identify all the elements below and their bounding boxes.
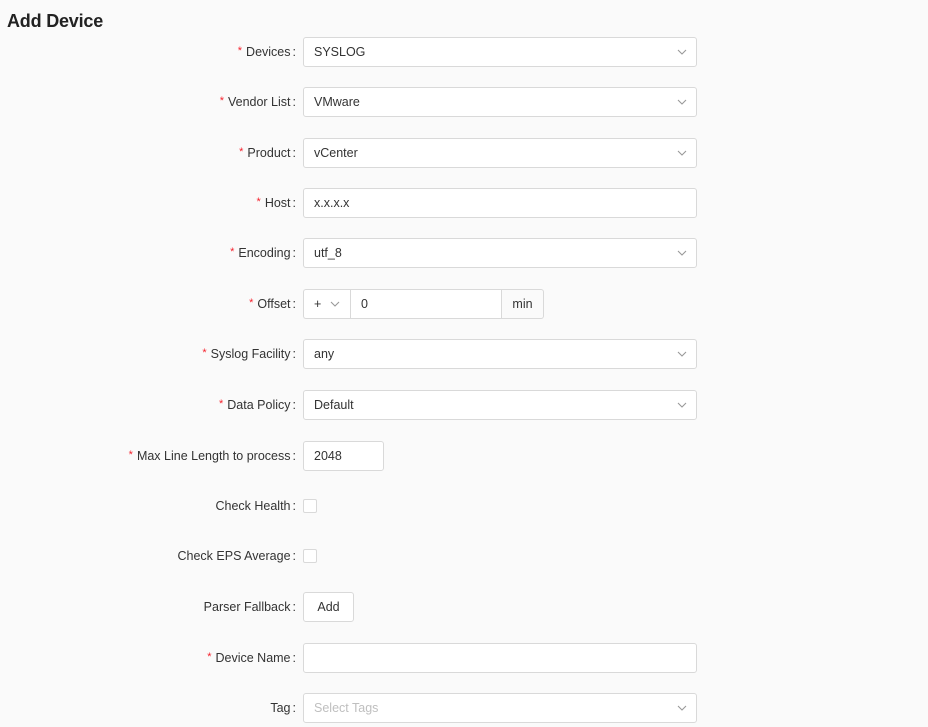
required-marker: * — [219, 95, 224, 107]
offset-sign-value: + — [314, 297, 322, 311]
vendor-list-select-value: VMware — [314, 95, 360, 109]
product-row: * Product: vCenter — [0, 138, 928, 168]
devices-label: * Devices: — [237, 45, 296, 59]
required-marker: * — [128, 449, 133, 461]
check-health-checkbox[interactable] — [303, 499, 317, 513]
required-marker: * — [230, 246, 235, 258]
host-input[interactable] — [314, 189, 686, 217]
check-eps-average-label: Check EPS Average: — [177, 549, 296, 563]
offset-label: * Offset: — [249, 297, 296, 311]
chevron-down-icon — [677, 694, 687, 722]
max-line-length-field[interactable] — [303, 441, 384, 471]
data-policy-select-value: Default — [314, 398, 354, 412]
syslog-facility-select[interactable]: any — [303, 339, 697, 369]
chevron-down-icon — [677, 391, 687, 419]
offset-row: *Offset: + min — [0, 289, 928, 319]
parser-fallback-row: Parser Fallback: Add — [0, 592, 928, 622]
required-marker: * — [219, 398, 224, 410]
offset-value-input[interactable] — [361, 290, 491, 318]
vendor-list-select[interactable]: VMware — [303, 87, 697, 117]
offset-unit-addon: min — [502, 289, 544, 319]
data-policy-label: * Data Policy: — [219, 398, 296, 412]
required-marker: * — [237, 45, 243, 57]
host-row: * Host: — [0, 188, 928, 218]
encoding-label: * Encoding: — [230, 246, 296, 260]
add-device-page: Add Device * Devices: SYSLOG * Vendor List… — [0, 0, 928, 727]
syslog-facility-row: * Syslog Facility: any — [0, 339, 928, 369]
required-marker: * — [207, 651, 212, 663]
chevron-down-icon — [677, 340, 687, 368]
max-line-length-row: * Max Line Length to process: — [0, 441, 928, 471]
encoding-row: * Encoding: utf_8 — [0, 238, 928, 268]
vendor-list-label: * Vendor List: — [219, 95, 296, 109]
data-policy-row: * Data Policy: Default — [0, 390, 928, 420]
device-name-row: * Device Name: — [0, 643, 928, 673]
syslog-facility-label: * Syslog Facility: — [202, 347, 296, 361]
product-select-value: vCenter — [314, 146, 358, 160]
offset-value-field[interactable] — [350, 289, 502, 319]
required-marker: * — [202, 347, 207, 359]
data-policy-select[interactable]: Default — [303, 390, 697, 420]
offset-sign-select[interactable]: + — [303, 289, 350, 319]
device-name-label: * Device Name: — [207, 651, 296, 665]
vendor-list-row: * Vendor List: VMware — [0, 87, 928, 117]
product-select[interactable]: vCenter — [303, 138, 697, 168]
chevron-down-icon — [677, 139, 687, 167]
required-marker: * — [249, 297, 254, 309]
encoding-select[interactable]: utf_8 — [303, 238, 697, 268]
max-line-length-label: * Max Line Length to process: — [128, 449, 296, 463]
tag-select[interactable]: Select Tags — [303, 693, 697, 723]
tag-label: Tag: — [270, 701, 296, 715]
syslog-facility-select-value: any — [314, 347, 335, 361]
check-health-row: Check Health: — [0, 491, 928, 521]
devices-select-value: SYSLOG — [314, 45, 366, 59]
tag-select-placeholder: Select Tags — [314, 701, 379, 715]
page-title: Add Device — [7, 11, 104, 31]
parser-fallback-add-button[interactable]: Add — [303, 592, 354, 622]
chevron-down-icon — [677, 38, 687, 66]
devices-row: * Devices: SYSLOG — [0, 37, 928, 67]
host-label: * Host: — [256, 196, 296, 210]
check-eps-average-row: Check EPS Average: — [0, 541, 928, 571]
host-field[interactable] — [303, 188, 697, 218]
chevron-down-icon — [677, 88, 687, 116]
devices-select[interactable]: SYSLOG — [303, 37, 697, 67]
check-eps-average-checkbox[interactable] — [303, 549, 317, 563]
required-marker: * — [239, 146, 244, 158]
required-marker: * — [256, 196, 261, 208]
offset-input-group: + min — [303, 289, 544, 319]
chevron-down-icon — [677, 239, 687, 267]
check-health-label: Check Health: — [215, 499, 296, 513]
max-line-length-input[interactable] — [314, 442, 373, 470]
product-label: * Product: — [239, 146, 296, 160]
device-name-field[interactable] — [303, 643, 697, 673]
parser-fallback-label: Parser Fallback: — [203, 600, 296, 614]
tag-row: Tag: Select Tags — [0, 693, 928, 723]
chevron-down-icon — [330, 290, 340, 318]
encoding-select-value: utf_8 — [314, 246, 342, 260]
device-name-input[interactable] — [314, 644, 686, 672]
